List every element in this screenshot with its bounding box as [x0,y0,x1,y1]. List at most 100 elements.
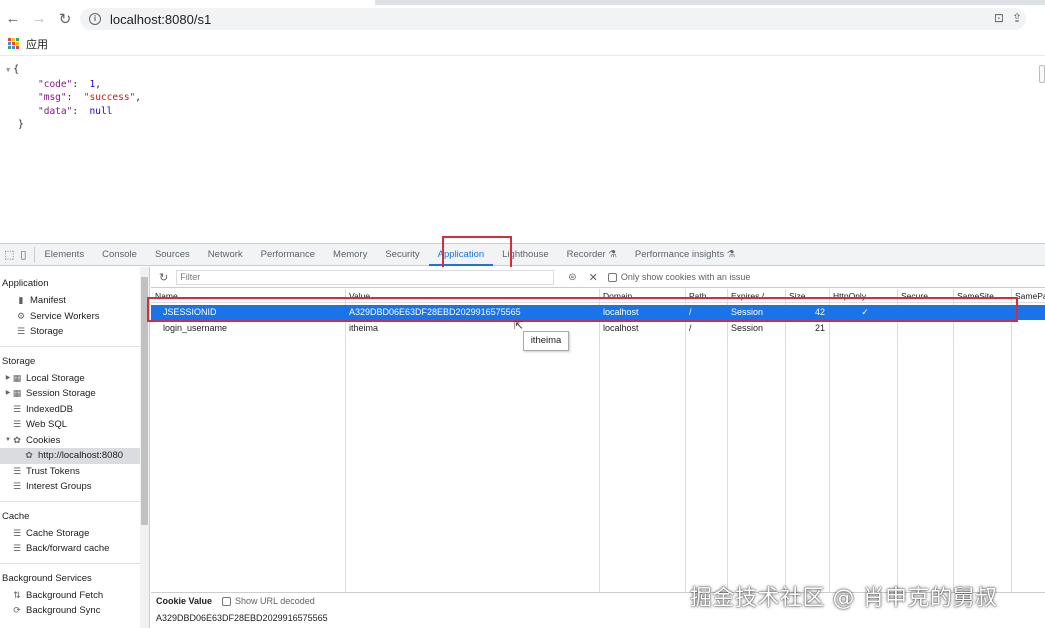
column-header[interactable]: Name [151,289,345,303]
sidebar-item-label: Session Storage [26,388,96,399]
apps-grid-dot [8,42,11,45]
only-issues-toggle[interactable]: Only show cookies with an issue [607,272,751,282]
json-collapse-toggle-icon[interactable]: ▼ [6,66,10,74]
table-cell-expires: Session [731,307,764,317]
back-button[interactable]: ← [0,6,26,32]
database-icon: ☰ [12,465,22,476]
sidebar-item-cache-storage[interactable]: ☰ Cache Storage [0,526,149,542]
apps-grid-dot [16,38,19,41]
column-header[interactable]: Domain [599,289,685,303]
forward-button[interactable]: → [26,6,52,32]
show-url-decoded-toggle[interactable]: Show URL decoded [222,596,315,606]
share-icon[interactable]: ⇪ [1012,11,1022,25]
gear-icon: ⚙ [16,310,26,321]
expand-arrow-icon[interactable]: ▶ [4,371,12,387]
sidebar-item-background-sync[interactable]: ⟳ Background Sync [0,603,149,619]
sidebar-item-label: Local Storage [26,372,85,384]
json-brace: } [18,119,24,130]
translate-icon[interactable]: ⊡ [994,11,1004,25]
column-header[interactable]: Value [345,289,599,303]
sidebar-item-back-forward-cache[interactable]: ☰ Back/forward cache [0,541,149,557]
cookie-value-header: Cookie Value Show URL decoded [156,596,315,606]
column-header[interactable]: HttpOnly [829,289,897,303]
page-content: ▼{"code": 1, "msg": "success", "data": nul… [0,57,1045,243]
cookies-table: Name Value Domain Path Expires /... Size HttpO… [151,289,1045,592]
sidebar-item-label: Storage [30,326,64,337]
json-separator: : [66,92,84,103]
site-info-icon[interactable]: i [89,13,101,25]
json-punct: , [135,92,141,103]
database-icon: ☰ [12,403,22,414]
column-header[interactable]: SameParty [1011,289,1045,303]
sidebar-item-indexeddb[interactable]: ☰ IndexedDB [0,402,149,418]
devtools-tab-sources[interactable]: Sources [146,244,199,266]
devtools-tab-elements[interactable]: Elements [35,244,93,266]
column-header[interactable]: Secure [897,289,953,303]
devtools-tab-performance-insights[interactable]: Performance insights ⚗ [626,244,744,266]
sidebar-item-manifest[interactable]: ▮ Manifest [0,293,149,309]
json-key: "code" [38,78,73,90]
sidebar-item-cookie-origin[interactable]: ✿ http://localhost:8080 [0,448,149,464]
devtools-tab-application[interactable]: Application [428,244,494,266]
sidebar-item-label: Background Sync [26,605,101,616]
sidebar-item-background-fetch[interactable]: ⇅ Background Fetch [0,588,149,604]
application-sidebar: Application ▮ Manifest ⚙ Service Workers ☰… [0,267,150,628]
devtools-tab-performance[interactable]: Performance [252,244,324,266]
sidebar-scrollbar[interactable] [140,267,149,628]
sidebar-item-local-storage[interactable]: ▶ ▦ Local Storage [0,371,149,387]
table-cell-name: login_username [163,323,228,333]
sidebar-item-interest-groups[interactable]: ☰ Interest Groups [0,479,149,495]
column-header[interactable]: Path [685,289,727,303]
table-cell-size: 42 [814,307,825,317]
apps-grid-dot [12,46,15,49]
column-header[interactable]: Size [785,289,829,303]
reload-button[interactable]: ↻ [52,6,78,32]
sidebar-section-background-services: Background Services [2,572,92,584]
page-scroll-handle[interactable] [1039,65,1045,83]
devtools-tab-recorder[interactable]: Recorder ⚗ [558,244,626,266]
cookie-value-title: Cookie Value [156,596,213,606]
clear-filtered-cookies-icon[interactable]: ⊜ [568,272,576,283]
devtools-tool-icons: ⬚ ▯ [0,246,36,263]
collapse-arrow-icon[interactable]: ▼ [4,433,12,449]
up-down-arrows-icon: ⇅ [13,589,21,600]
apps-grid-dot [12,42,15,45]
only-issues-label: Only show cookies with an issue [620,272,751,282]
only-issues-checkbox[interactable] [607,272,617,282]
devtools-panel: ⬚ ▯ Elements Console Sources Network Perform… [0,236,1045,628]
devtools-tab-console[interactable]: Console [93,244,146,266]
show-url-decoded-checkbox[interactable] [222,596,232,606]
bookmarks-bar: 应用 [0,32,1045,56]
sidebar-item-label: Web SQL [26,419,68,430]
json-punct: , [95,78,101,90]
sidebar-item-session-storage[interactable]: ▶ ▦ Session Storage [0,386,149,402]
inspect-element-icon[interactable]: ⬚ [4,248,14,261]
table-cell-domain: localhost [603,307,639,317]
sidebar-item-cookies[interactable]: ▼ ✿ Cookies [0,433,149,449]
sidebar-scroll-thumb[interactable] [141,277,148,525]
apps-grid-dot [8,46,11,49]
column-header[interactable]: SameSite [953,289,1011,303]
address-bar[interactable]: i localhost:8080/s1 ⊡ ⇪ [80,8,1026,30]
sidebar-item-storage[interactable]: ☰ Storage [0,324,149,340]
apps-grid-icon[interactable] [8,38,19,49]
reload-icon: ↻ [58,10,72,28]
device-toolbar-icon[interactable]: ▯ [20,248,26,261]
sidebar-item-service-workers[interactable]: ⚙ Service Workers [0,309,149,325]
sidebar-item-trust-tokens[interactable]: ☰ Trust Tokens [0,464,149,480]
sidebar-item-web-sql[interactable]: ☰ Web SQL [0,417,149,433]
delete-selected-icon[interactable]: ✕ [589,271,598,284]
devtools-tab-memory[interactable]: Memory [324,244,376,266]
devtools-tab-security[interactable]: Security [376,244,428,266]
devtools-tab-lighthouse[interactable]: Lighthouse [493,244,557,266]
filter-input[interactable]: Filter [176,269,555,285]
column-header[interactable]: Expires /... [727,289,785,303]
cookies-toolbar: ↻ Filter ⊜ ✕ Only show cookies with an i… [151,267,1045,288]
refresh-icon[interactable]: ↻ [159,271,168,284]
table-row[interactable]: login_username itheima localhost / Session 21 [151,321,1045,336]
apps-bookmark-label[interactable]: 应用 [26,36,48,52]
expand-arrow-icon[interactable]: ▶ [4,386,12,402]
devtools-tab-network[interactable]: Network [199,244,252,266]
table-row[interactable]: JSESSIONID A329DBD06E63DF28EBD20299165755… [151,305,1045,320]
show-url-decoded-label: Show URL decoded [235,596,315,606]
